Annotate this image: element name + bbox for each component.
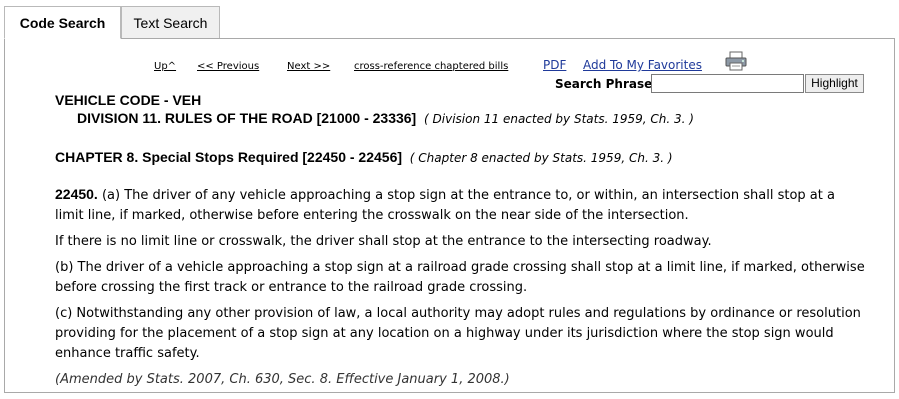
code-title: VEHICLE CODE - VEH	[55, 92, 202, 108]
tab-code-search[interactable]: Code Search	[4, 6, 121, 39]
highlight-button[interactable]: Highlight	[805, 74, 864, 93]
search-phrase-input[interactable]	[651, 74, 804, 93]
section-paragraph: 22450. (a) The driver of any vehicle app…	[55, 184, 865, 226]
next-link[interactable]: Next >>	[287, 61, 330, 72]
division-heading: DIVISION 11. RULES OF THE ROAD [21000 - …	[77, 110, 694, 126]
chapter-heading: CHAPTER 8. Special Stops Required [22450…	[55, 149, 673, 165]
section-history: (Amended by Stats. 2007, Ch. 630, Sec. 8…	[55, 372, 510, 387]
section-body: 22450. (a) The driver of any vehicle app…	[55, 184, 865, 396]
section-paragraph-text: (a) The driver of any vehicle approachin…	[55, 188, 835, 223]
up-link[interactable]: Up^	[154, 61, 176, 72]
tab-text-search[interactable]: Text Search	[121, 6, 220, 39]
content-panel: Up^ << Previous Next >> cross-reference …	[4, 38, 895, 393]
tab-bar: Code Search Text Search	[4, 6, 220, 39]
section-paragraph: If there is no limit line or crosswalk, …	[55, 234, 712, 249]
section-paragraph: (b) The driver of a vehicle approaching …	[55, 260, 865, 295]
pdf-link[interactable]: PDF	[543, 58, 566, 72]
chapter-title: CHAPTER 8. Special Stops Required [22450…	[55, 149, 403, 165]
cross-reference-link[interactable]: cross-reference chaptered bills	[354, 61, 508, 72]
division-title: DIVISION 11. RULES OF THE ROAD [21000 - …	[77, 110, 417, 126]
printer-icon[interactable]	[725, 51, 747, 71]
section-number: 22450.	[55, 186, 98, 202]
section-paragraph: (c) Notwithstanding any other provision …	[55, 306, 861, 361]
previous-link[interactable]: << Previous	[197, 61, 259, 72]
add-favorites-link[interactable]: Add To My Favorites	[583, 58, 702, 72]
chapter-note: ( Chapter 8 enacted by Stats. 1959, Ch. …	[409, 151, 673, 165]
division-note: ( Division 11 enacted by Stats. 1959, Ch…	[424, 112, 694, 126]
search-phrase-label: Search Phrase:	[555, 77, 658, 91]
